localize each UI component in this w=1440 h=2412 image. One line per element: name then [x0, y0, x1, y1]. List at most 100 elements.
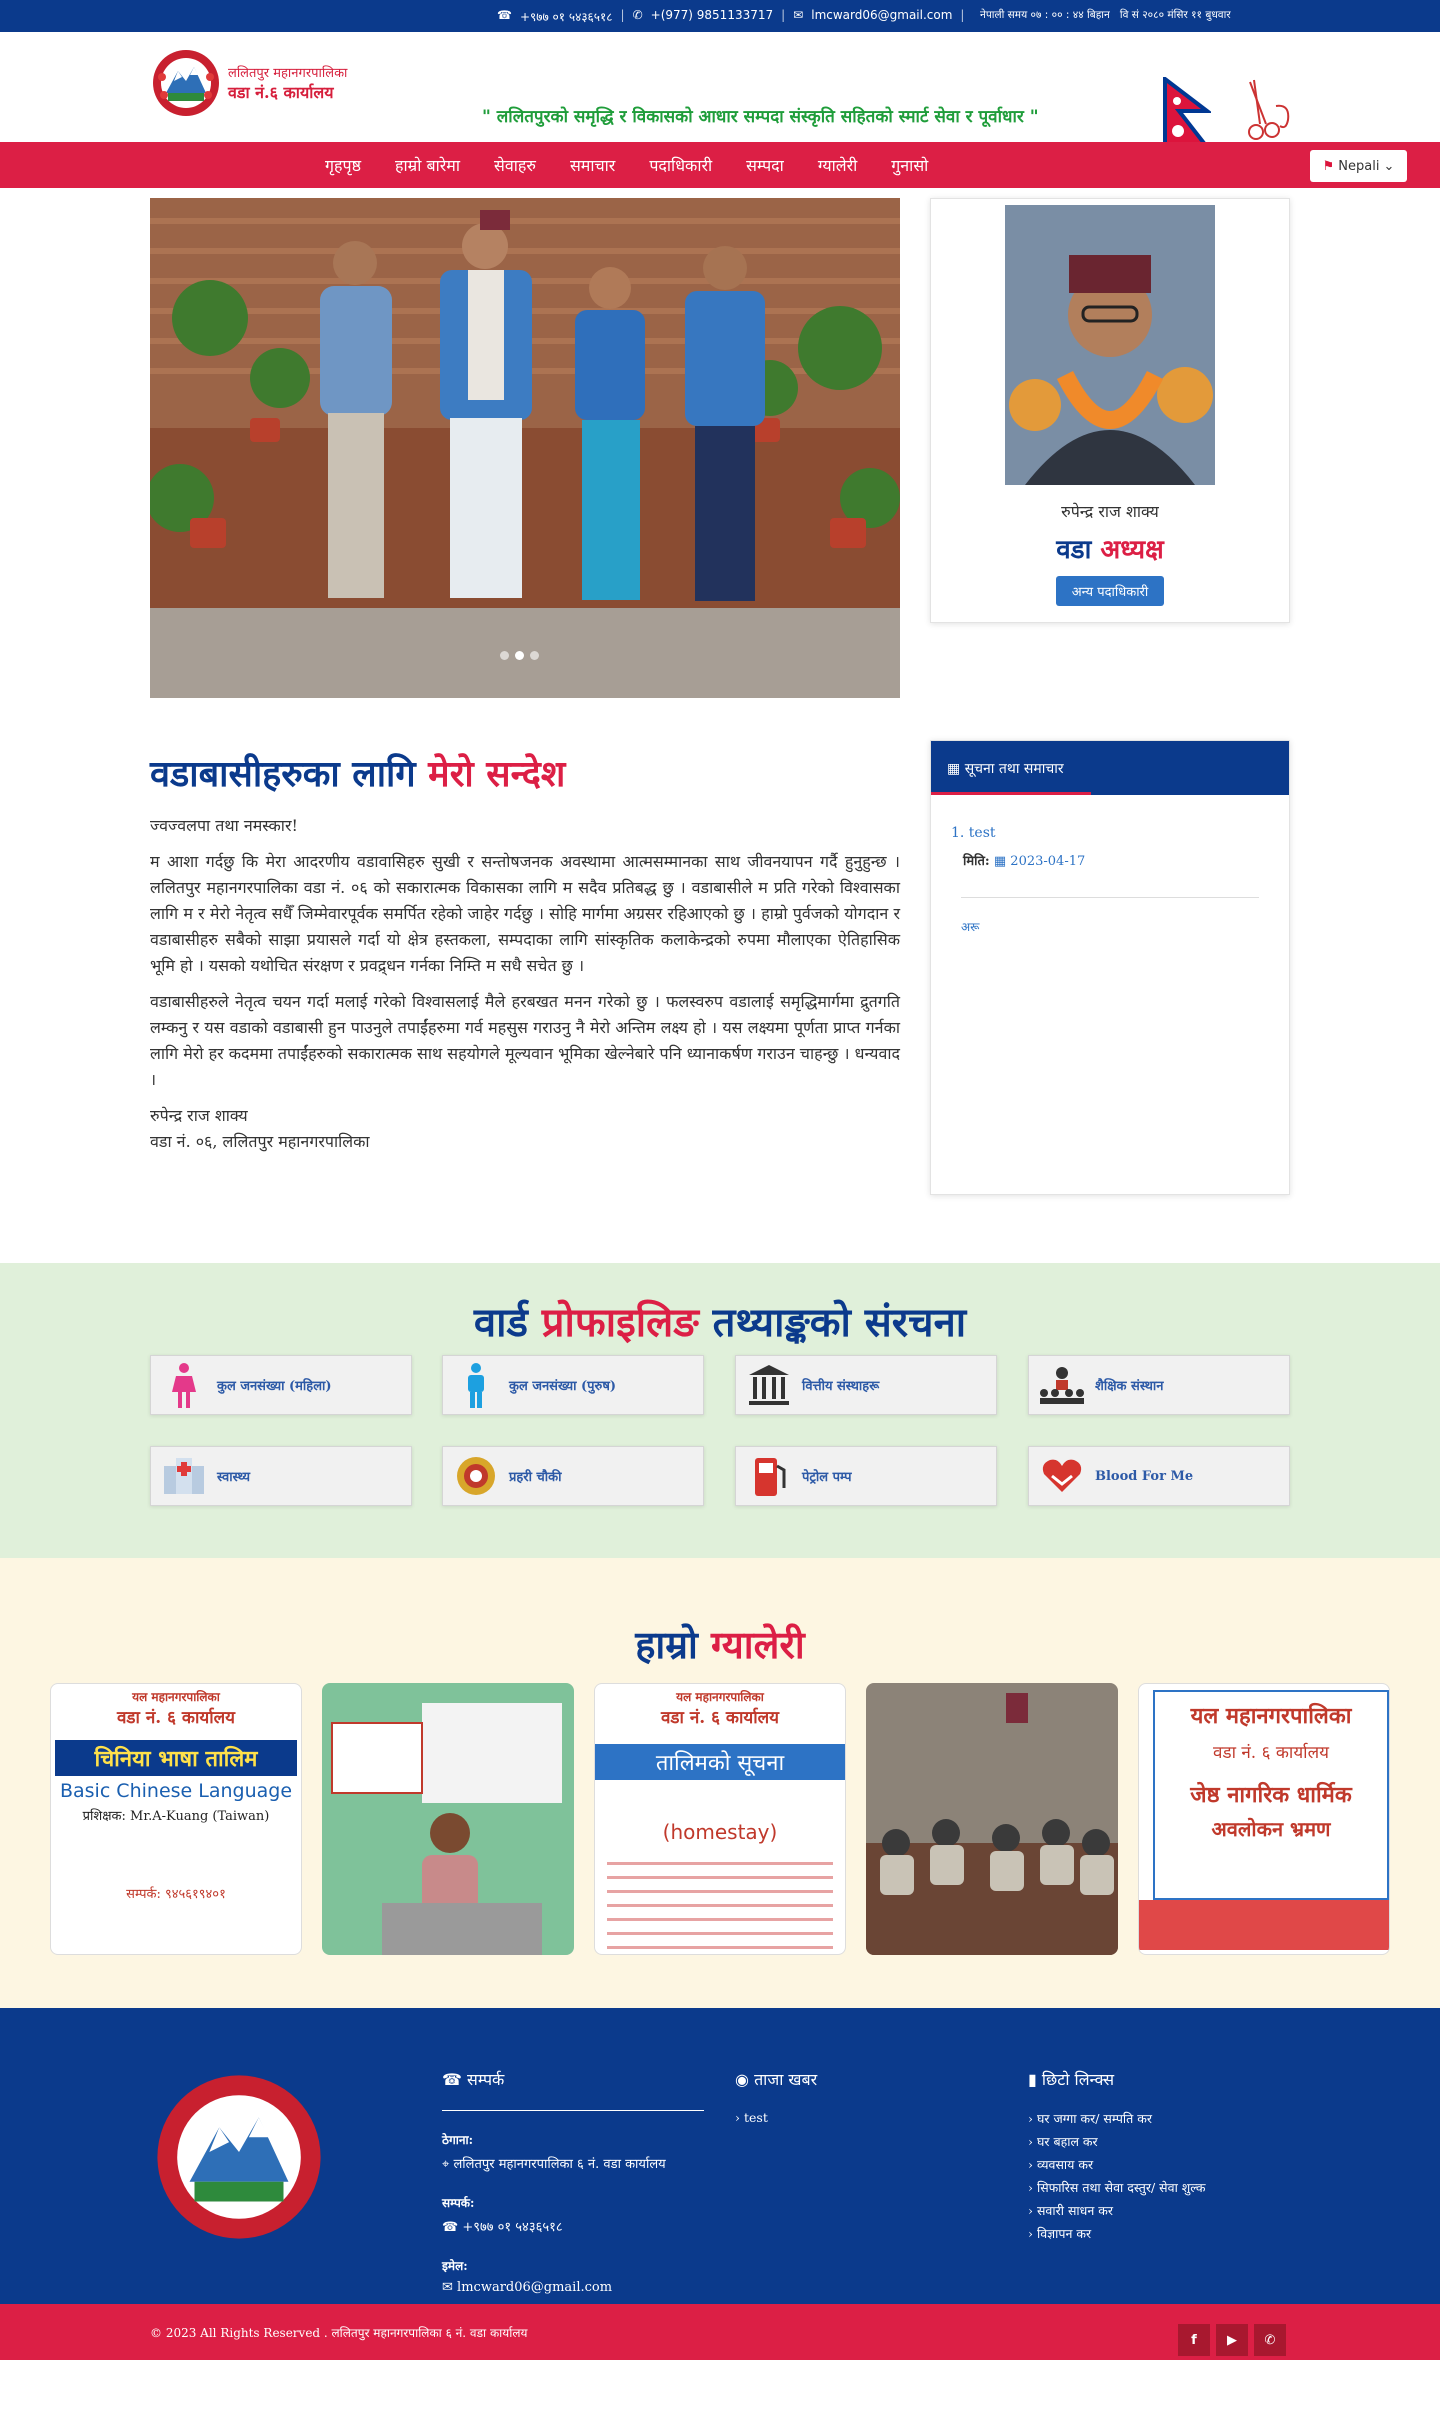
- footer-news-item[interactable]: › test: [735, 2110, 817, 2125]
- message-paragraph-1: म आशा गर्दछु कि मेरा आदरणीय वडावासिहरु स…: [150, 852, 900, 975]
- facebook-icon[interactable]: f: [1178, 2324, 1210, 2356]
- mail-icon: ✉: [793, 8, 804, 22]
- nav-item-about[interactable]: हाम्रो बारेमा: [378, 154, 477, 176]
- main-nav: गृहपृष्ठ हाम्रो बारेमा सेवाहरु समाचार पद…: [0, 142, 1440, 188]
- bottom-bar: © 2023 All Rights Reserved . ललितपुर महा…: [0, 2304, 1440, 2360]
- slogan: " ललितपुरको समृद्धि र विकासको आधार सम्पद…: [482, 107, 1039, 127]
- nepal-flag-icon: [1163, 77, 1211, 149]
- poster-line-4: Basic Chinese Language: [59, 1780, 293, 1802]
- gallery-heading-b: ग्यालेरी: [711, 1622, 805, 1667]
- female-icon: [172, 1363, 196, 1408]
- email-label: इमेल:: [442, 2259, 468, 2273]
- banner-line-4: अवलोकन भ्रमण: [1211, 1817, 1331, 1841]
- youtube-icon[interactable]: ▶: [1216, 2324, 1248, 2356]
- nav-item-home[interactable]: गृहपृष्ठ: [308, 154, 378, 176]
- gallery-item-homestay-poster[interactable]: यल महानगरपालिका वडा नं. ६ कार्यालय तालिम…: [594, 1683, 846, 1955]
- phone-icon: ☎: [497, 8, 512, 22]
- gallery-section: हाम्रो ग्यालेरी यल महानगरपालिका वडा नं. …: [0, 1558, 1440, 2008]
- message-greeting: ज्वज्वलपा तथा नमस्कार!: [150, 816, 298, 835]
- nav-item-officials[interactable]: पदाधिकारी: [632, 154, 729, 176]
- bookmark-icon: ▮: [1028, 2070, 1037, 2089]
- profile-card-male[interactable]: कुल जनसंख्या (पुरुष): [442, 1355, 704, 1415]
- logo-line-1: ललितपुर महानगरपालिका: [228, 66, 348, 81]
- link-text: व्यवसाय कर: [1036, 2157, 1094, 2172]
- profile-card-label: कुल जनसंख्या (पुरुष): [509, 1379, 616, 1394]
- topbar-mobile[interactable]: +(977) 9851133717: [651, 8, 773, 25]
- chairperson-card: रुपेन्द्र राज शाक्य वडा अध्यक्ष अन्य पदा…: [930, 198, 1290, 623]
- date-label: मिति:: [963, 854, 990, 869]
- footer-link[interactable]: › व्यवसाय कर: [1028, 2156, 1206, 2173]
- copyright: © 2023 All Rights Reserved . ललितपुर महा…: [150, 2326, 528, 2340]
- whatsapp-icon[interactable]: ✆: [1254, 2324, 1286, 2356]
- image-slider[interactable]: [150, 198, 900, 698]
- profiling-heading: वार्ड प्रोफाइलिङ तथ्याङ्कको संरचना: [0, 1293, 1440, 1348]
- topbar-email[interactable]: lmcward06@gmail.com: [811, 8, 952, 25]
- poster-line-2: वडा नं. ६ कार्यालय: [660, 1708, 779, 1728]
- phone-value[interactable]: ☎ +९७७ ०१ ५४३६५१८: [442, 2217, 704, 2235]
- profile-card-fuel[interactable]: पेट्रोल पम्प: [735, 1446, 997, 1506]
- topbar-phone[interactable]: +९७७ ०१ ५४३६५१८: [520, 8, 613, 25]
- banner-line-3: जेष्ठ नागरिक धार्मिक: [1190, 1782, 1352, 1808]
- profile-card-education[interactable]: शैक्षिक संस्थान: [1028, 1355, 1290, 1415]
- profile-card-finance[interactable]: वित्तीय संस्थाहरू: [735, 1355, 997, 1415]
- gallery-item-hall-photo[interactable]: [866, 1683, 1118, 1955]
- poster-line-1: यल महानगरपालिका: [132, 1690, 220, 1704]
- male-icon: [468, 1363, 484, 1408]
- nav-item-complaint[interactable]: गुनासो: [874, 154, 945, 176]
- footer-link[interactable]: › घर बहाल कर: [1028, 2133, 1206, 2150]
- ward-profiling-section: वार्ड प्रोफाइलिङ तथ्याङ्कको संरचना कुल ज…: [0, 1263, 1440, 1558]
- emblem-icon: [153, 50, 219, 116]
- notice-more-link[interactable]: अरू: [931, 898, 1289, 955]
- language-label: Nepali: [1338, 158, 1380, 174]
- signature-office: वडा नं. ०६, ललितपुर महानगरपालिका: [150, 1132, 370, 1151]
- phone-text: +९७७ ०१ ५४३६५१८: [462, 2220, 563, 2235]
- profile-card-police[interactable]: प्रहरी चौकी: [442, 1446, 704, 1506]
- slider-dot[interactable]: [530, 651, 539, 660]
- footer-link[interactable]: › घर जग्गा कर/ सम्पति कर: [1028, 2110, 1206, 2127]
- poster-line-3: चिनिया भाषा तालिम: [55, 1740, 297, 1776]
- profile-card-health[interactable]: स्वास्थ्य: [150, 1446, 412, 1506]
- nepali-date: वि सं २०८० मंसिर ११ बुधवार: [1119, 9, 1231, 21]
- footer-links-title: ▮ छिटो लिन्क्स: [1028, 2068, 1206, 2090]
- profile-card-label: शैक्षिक संस्थान: [1095, 1379, 1164, 1394]
- poster-line-2: वडा नं. ६ कार्यालय: [116, 1708, 235, 1728]
- other-officials-button[interactable]: अन्य पदाधिकारी: [1055, 576, 1165, 606]
- profile-card-label: पेट्रोल पम्प: [802, 1470, 852, 1485]
- nav-item-news[interactable]: समाचार: [553, 154, 632, 176]
- notice-item-title[interactable]: 1. test: [951, 825, 1269, 841]
- poster-line-1: यल महानगरपालिका: [676, 1690, 764, 1704]
- chairperson-photo: [1005, 205, 1215, 485]
- phone-square-icon: ☎: [442, 2070, 462, 2089]
- scissors-icon: [1248, 79, 1290, 140]
- link-text: सिफारिस तथा सेवा दस्तुर/ सेवा शुल्क: [1036, 2180, 1206, 2195]
- notice-item-date: मिति: ▦ 2023-04-17: [951, 851, 1269, 869]
- chairperson-message: वडाबासीहरुका लागि मेरो सन्देश ज्वज्वलपा …: [150, 748, 900, 1155]
- slider-dots: [500, 651, 539, 660]
- email-value[interactable]: ✉ lmcward06@gmail.com: [442, 2280, 704, 2295]
- language-select[interactable]: ⚑ Nepali ⌄: [1310, 150, 1407, 182]
- nav-item-heritage[interactable]: सम्पदा: [729, 154, 801, 176]
- nav-item-services[interactable]: सेवाहरु: [477, 154, 553, 176]
- profile-card-blood[interactable]: Blood For Me: [1028, 1446, 1290, 1506]
- footer-news-title: ◉ ताजा खबर: [735, 2068, 817, 2090]
- gallery-item-tour-banner[interactable]: यल महानगरपालिका वडा नं. ६ कार्यालय जेष्ठ…: [1138, 1683, 1390, 1955]
- banner-box: यल महानगरपालिका वडा नं. ६ कार्यालय जेष्ठ…: [1153, 1690, 1389, 1900]
- footer-link[interactable]: › सवारी साधन कर: [1028, 2202, 1206, 2219]
- profiling-heading-a: वार्ड: [473, 1299, 528, 1346]
- social-links: f ▶ ✆: [1178, 2324, 1286, 2356]
- contact-title-text: सम्पर्क: [467, 2070, 505, 2089]
- address-label: ठेगाना:: [442, 2133, 474, 2147]
- slider-dot[interactable]: [500, 651, 509, 660]
- gallery-item-training-photo[interactable]: [322, 1683, 574, 1955]
- footer-link[interactable]: › विज्ञापन कर: [1028, 2225, 1206, 2242]
- nav-item-gallery[interactable]: ग्यालेरी: [801, 154, 874, 176]
- slider-dot[interactable]: [515, 651, 524, 660]
- footer-emblem-icon: [157, 2075, 321, 2239]
- message-heading-a: वडाबासीहरुका लागि: [150, 753, 416, 795]
- chairperson-title: वडा अध्यक्ष: [931, 530, 1289, 566]
- profile-card-female[interactable]: कुल जनसंख्या (महिला): [150, 1355, 412, 1415]
- site-logo[interactable]: ललितपुर महानगरपालिका वडा नं.६ कार्यालय: [150, 47, 347, 119]
- news-title-text: ताजा खबर: [754, 2070, 818, 2089]
- gallery-item-chinese-poster[interactable]: यल महानगरपालिका वडा नं. ६ कार्यालय चिनिय…: [50, 1683, 302, 1955]
- footer-link[interactable]: › सिफारिस तथा सेवा दस्तुर/ सेवा शुल्क: [1028, 2179, 1206, 2196]
